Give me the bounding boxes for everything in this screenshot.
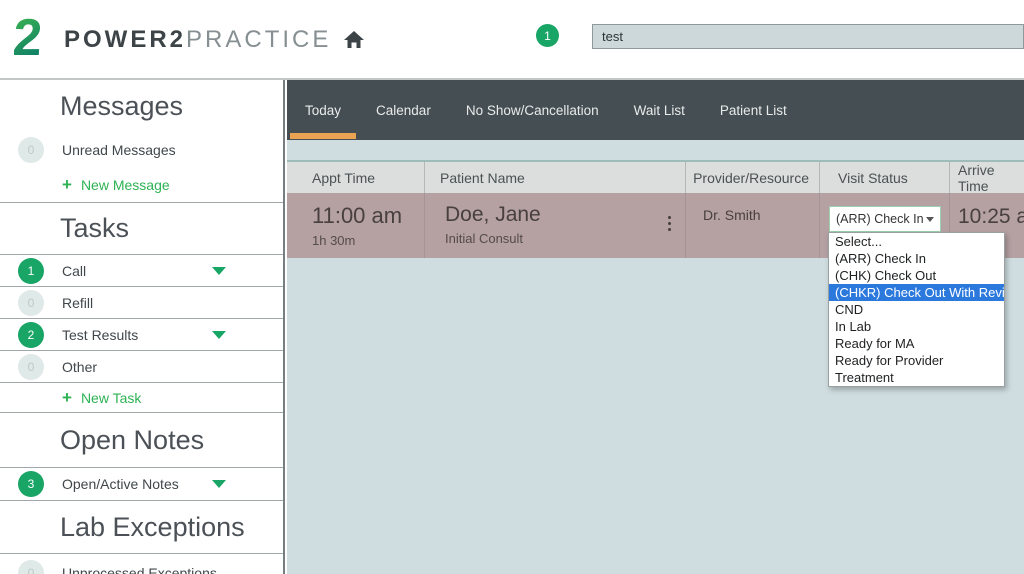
new-task-label: New Task (80, 389, 142, 406)
sidebar-item-label: Call (62, 262, 87, 279)
brand-name: POWER2 PRACTICE (64, 26, 331, 54)
lab-exceptions-section-heading: Lab Exceptions (0, 500, 283, 553)
tab-wait-list[interactable]: Wait List (619, 80, 700, 140)
new-message-button[interactable]: + New Message (0, 168, 283, 202)
dropdown-option-treatment[interactable]: Treatment (829, 369, 1004, 386)
tab-patient-list[interactable]: Patient List (705, 80, 802, 140)
dropdown-option-select[interactable]: Select... (829, 233, 1004, 250)
visit-type: Initial Consult (445, 231, 524, 246)
column-header-arrive-time[interactable]: Arrive Time (949, 162, 1024, 194)
brand-logo: 2 POWER2 PRACTICE (11, 9, 365, 71)
row-kebab-menu-icon[interactable] (668, 214, 671, 232)
provider-value: Dr. Smith (703, 207, 761, 223)
sidebar: Messages 0 Unread Messages + New Message… (0, 80, 285, 574)
column-header-appt-time[interactable]: Appt Time (287, 162, 424, 193)
sidebar-item-call[interactable]: 1 Call (0, 254, 283, 286)
column-header-patient-name[interactable]: Patient Name (424, 162, 685, 193)
sidebar-item-open-active-notes[interactable]: 3 Open/Active Notes (0, 467, 283, 500)
visit-status-select[interactable]: (ARR) Check In (829, 206, 941, 232)
new-message-label: New Message (80, 177, 170, 193)
sidebar-item-refill[interactable]: 0 Refill (0, 286, 283, 318)
notification-count-badge: 1 (536, 24, 559, 47)
svg-text:2: 2 (14, 10, 44, 66)
logo-swoosh-icon: 2 (11, 9, 54, 71)
app-header: 2 POWER2 PRACTICE 1 (0, 0, 1024, 80)
appointments-table-header: Appt Time Patient Name Provider/Resource… (287, 160, 1024, 194)
test-results-count-badge: 2 (18, 321, 44, 348)
refill-count-badge: 0 (18, 289, 44, 316)
other-count-badge: 0 (18, 353, 44, 380)
tasks-section-heading: Tasks (0, 202, 283, 254)
search-input[interactable] (592, 24, 1024, 49)
open-notes-section-heading: Open Notes (0, 412, 283, 467)
dropdown-option-chk-check-out[interactable]: (CHK) Check Out (829, 267, 1004, 284)
chevron-down-icon[interactable] (212, 266, 226, 275)
chevron-down-icon[interactable] (212, 330, 226, 339)
sidebar-item-unprocessed-exceptions[interactable]: 0 Unprocessed Exceptions (0, 553, 283, 574)
open-notes-count-badge: 3 (18, 471, 44, 497)
patient-name-cell: Doe, Jane Initial Consult (424, 193, 685, 258)
sidebar-item-label: Test Results (62, 326, 139, 343)
brand-name-light: PRACTICE (186, 26, 332, 53)
dropdown-option-in-lab[interactable]: In Lab (829, 318, 1004, 335)
select-arrow-icon (926, 216, 934, 222)
chevron-down-icon[interactable] (212, 480, 226, 488)
main-panel: Today Calendar No Show/Cancellation Wait… (287, 80, 1024, 574)
provider-cell: Dr. Smith (685, 193, 819, 258)
messages-section-heading: Messages (0, 80, 283, 132)
home-icon[interactable] (343, 29, 365, 51)
visit-status-dropdown-list: Select... (ARR) Check In (CHK) Check Out… (828, 232, 1005, 387)
sidebar-item-label: Refill (62, 294, 94, 311)
dropdown-option-chkr-check-out-with-review[interactable]: (CHKR) Check Out With Review (829, 284, 1004, 301)
sidebar-item-other[interactable]: 0 Other (0, 350, 283, 382)
visit-status-selected-value: (ARR) Check In (836, 212, 924, 226)
call-count-badge: 1 (18, 257, 44, 284)
appt-duration: 1h 30m (312, 233, 356, 248)
new-task-button[interactable]: + New Task (0, 382, 283, 412)
appt-time-value: 11:00 am (312, 203, 403, 228)
sidebar-item-label: Open/Active Notes (62, 476, 179, 492)
dropdown-option-ready-for-ma[interactable]: Ready for MA (829, 335, 1004, 352)
dropdown-option-ready-for-provider[interactable]: Ready for Provider (829, 352, 1004, 369)
plus-icon: + (62, 175, 72, 194)
dropdown-option-arr-check-in[interactable]: (ARR) Check In (829, 250, 1004, 267)
patient-name-value: Doe, Jane (445, 203, 541, 226)
appt-time-cell: 11:00 am 1h 30m (287, 193, 424, 258)
arrive-time-value: 10:25 am (958, 205, 1024, 228)
sidebar-item-unread-messages[interactable]: 0 Unread Messages (0, 132, 283, 168)
schedule-tabbar: Today Calendar No Show/Cancellation Wait… (287, 80, 1024, 140)
sidebar-item-label: Unread Messages (62, 142, 176, 158)
tab-today[interactable]: Today (290, 80, 357, 140)
schedule-content: Appt Time Patient Name Provider/Resource… (287, 140, 1024, 574)
plus-icon: + (62, 387, 72, 407)
tab-calendar[interactable]: Calendar (361, 80, 446, 140)
sidebar-item-label: Other (62, 358, 98, 375)
app-window: 2 POWER2 PRACTICE 1 Messages 0 Unread Me… (0, 0, 1024, 574)
unprocessed-count-badge: 0 (18, 560, 44, 574)
unread-count-badge: 0 (18, 137, 44, 163)
sidebar-item-test-results[interactable]: 2 Test Results (0, 318, 283, 350)
column-header-visit-status[interactable]: Visit Status (819, 162, 949, 193)
dropdown-option-cnd[interactable]: CND (829, 301, 1004, 318)
tab-no-show-cancellation[interactable]: No Show/Cancellation (451, 80, 614, 140)
column-header-provider-resource[interactable]: Provider/Resource (685, 162, 819, 193)
brand-name-bold: POWER2 (64, 26, 187, 53)
sidebar-item-label: Unprocessed Exceptions (62, 565, 217, 574)
